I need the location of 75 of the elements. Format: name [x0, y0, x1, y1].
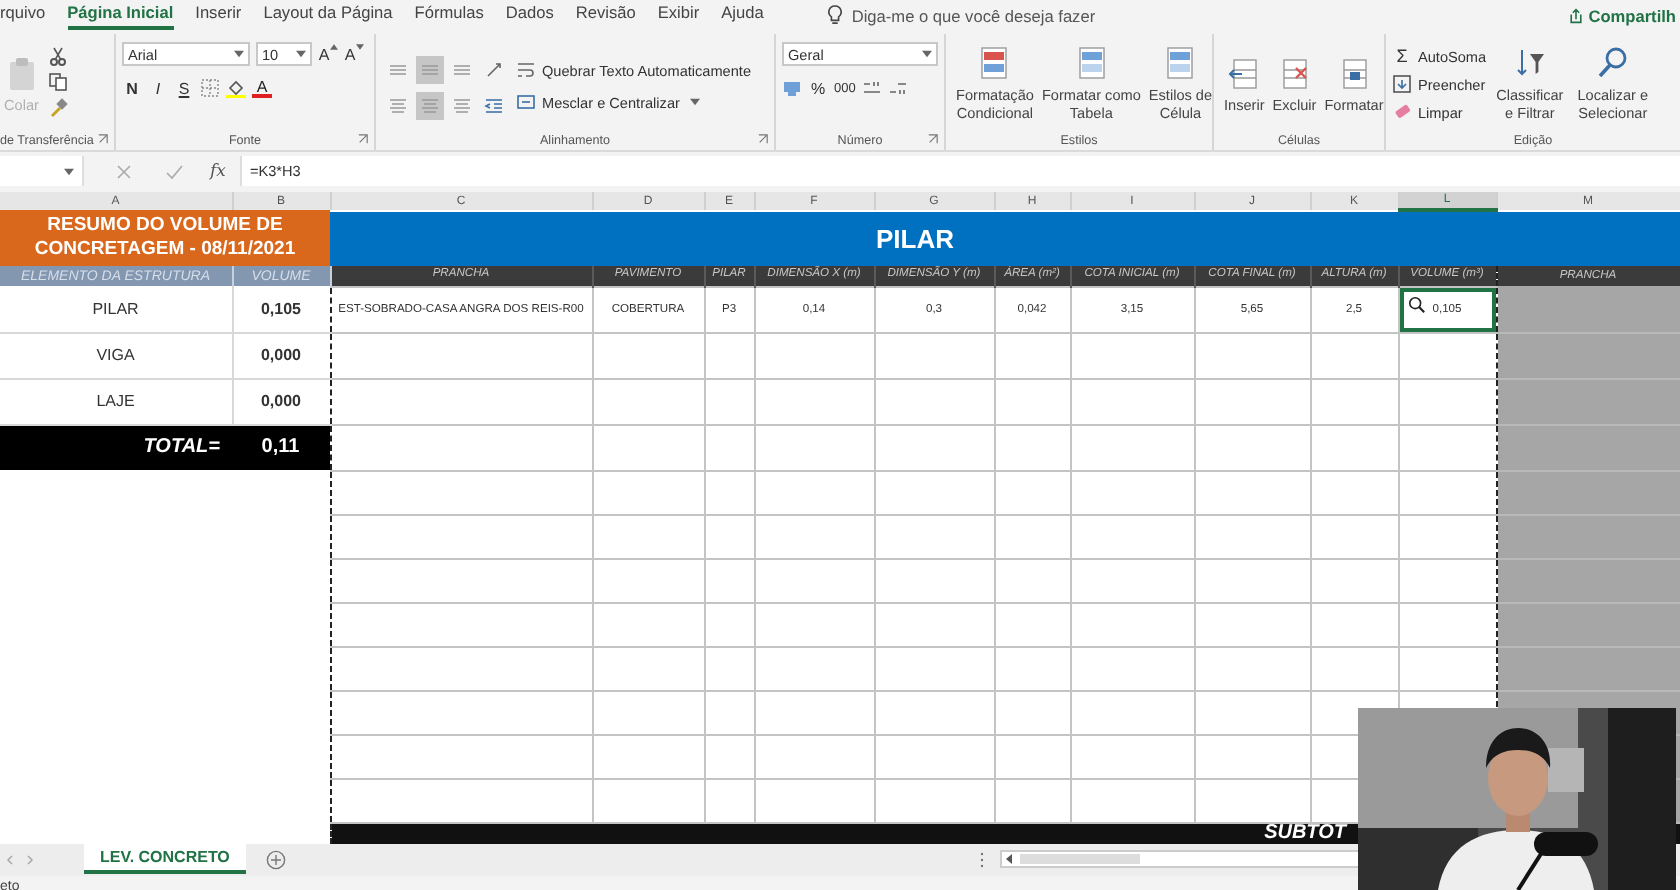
- search-icon: [1596, 46, 1629, 82]
- ribbon-tab[interactable]: Inserir: [195, 0, 242, 30]
- indent-icon[interactable]: [484, 96, 504, 116]
- tell-me-field[interactable]: Diga-me o que você deseja fazer: [851, 2, 1152, 28]
- italic-button[interactable]: I: [148, 76, 168, 100]
- sheet-grid-icon: [1278, 55, 1311, 91]
- ribbon-tab[interactable]: Layout da Página: [263, 0, 393, 30]
- table-cell: PILAR: [0, 286, 232, 332]
- orientation-icon[interactable]: [484, 60, 504, 80]
- caret-icon: [296, 50, 306, 58]
- total-value: 0,11: [232, 424, 330, 470]
- align-lines-icon[interactable]: [452, 96, 472, 116]
- ribbon-tab[interactable]: Dados: [505, 0, 554, 30]
- horizontal-scrollbar[interactable]: [1000, 850, 1360, 868]
- shrink-font-button[interactable]: A: [344, 42, 364, 66]
- align-lines-icon[interactable]: [388, 96, 408, 116]
- table-style-icon: [1164, 46, 1197, 82]
- total-label: TOTAL=: [0, 424, 232, 470]
- sheet-grid-icon: [1228, 55, 1261, 91]
- cancel-icon[interactable]: [114, 161, 134, 181]
- summary-title: RESUMO DO VOLUME DE CONCRETAGEM - 08/11/2021: [0, 210, 330, 266]
- launcher-icon[interactable]: [358, 134, 368, 144]
- share-button[interactable]: Compartilh: [1568, 2, 1676, 28]
- insert-function-button[interactable]: fx: [210, 161, 226, 181]
- caret-icon: [64, 167, 74, 175]
- eraser-icon: [1392, 102, 1412, 122]
- table-cell: 0,000: [232, 378, 330, 424]
- ribbon-tab[interactable]: Exibir: [657, 0, 700, 30]
- table-style-icon: [1075, 46, 1108, 82]
- brush-icon[interactable]: [48, 98, 69, 118]
- table-cell: LAJE: [0, 378, 232, 424]
- clipboard-icon: [5, 55, 38, 91]
- ribbon-tab[interactable]: Fórmulas: [414, 0, 484, 30]
- grow-font-button[interactable]: A: [318, 42, 338, 66]
- ribbon-tab[interactable]: Revisão: [575, 0, 636, 30]
- lightbulb-icon: [825, 4, 844, 26]
- currency-icon[interactable]: [782, 78, 802, 98]
- cursor-icon: [1407, 295, 1425, 313]
- next-sheet-icon[interactable]: [24, 853, 36, 865]
- increase-decimal-icon[interactable]: [861, 78, 882, 98]
- caret-icon: [234, 50, 244, 58]
- align-lines-icon[interactable]: [388, 60, 408, 80]
- copy-icon[interactable]: [48, 72, 69, 92]
- table-cell: 0,105: [232, 286, 330, 332]
- prev-sheet-icon[interactable]: [4, 853, 16, 865]
- down-arrow-icon: [1392, 74, 1412, 94]
- table-cell: VIGA: [0, 332, 232, 378]
- align-lines-icon[interactable]: [452, 60, 472, 80]
- ribbon-tab[interactable]: Ajuda: [721, 0, 764, 30]
- underline-button[interactable]: S: [174, 76, 194, 100]
- sheet-tab[interactable]: LEV. CONCRETO: [84, 844, 246, 874]
- launcher-icon[interactable]: [758, 134, 768, 144]
- bold-button[interactable]: N: [122, 76, 142, 100]
- fill-color-icon[interactable]: [226, 78, 246, 98]
- share-icon: [1568, 7, 1585, 23]
- scissors-icon[interactable]: [48, 46, 69, 66]
- ribbon-tab[interactable]: Página Inicial: [67, 0, 174, 30]
- wrap-icon: [516, 60, 536, 80]
- caret-down-icon: [355, 44, 364, 50]
- font-color-button[interactable]: A: [252, 78, 272, 98]
- sheet-grid-icon: [1337, 55, 1370, 91]
- caret-icon: [689, 98, 700, 106]
- decrease-decimal-icon[interactable]: [887, 78, 908, 98]
- add-sheet-icon[interactable]: [265, 849, 286, 869]
- launcher-icon[interactable]: [98, 134, 108, 144]
- percent-button[interactable]: %: [808, 76, 828, 100]
- table-style-icon: [978, 46, 1011, 82]
- caret-icon: [922, 50, 932, 58]
- merge-icon: [516, 92, 536, 112]
- caret-up-icon: [329, 44, 338, 50]
- ribbon-tab[interactable]: rquivo: [0, 0, 46, 30]
- table-cell: 0,000: [232, 332, 330, 378]
- confirm-icon[interactable]: [164, 161, 184, 181]
- section-title: PILAR: [330, 210, 1680, 266]
- launcher-icon[interactable]: [928, 134, 938, 144]
